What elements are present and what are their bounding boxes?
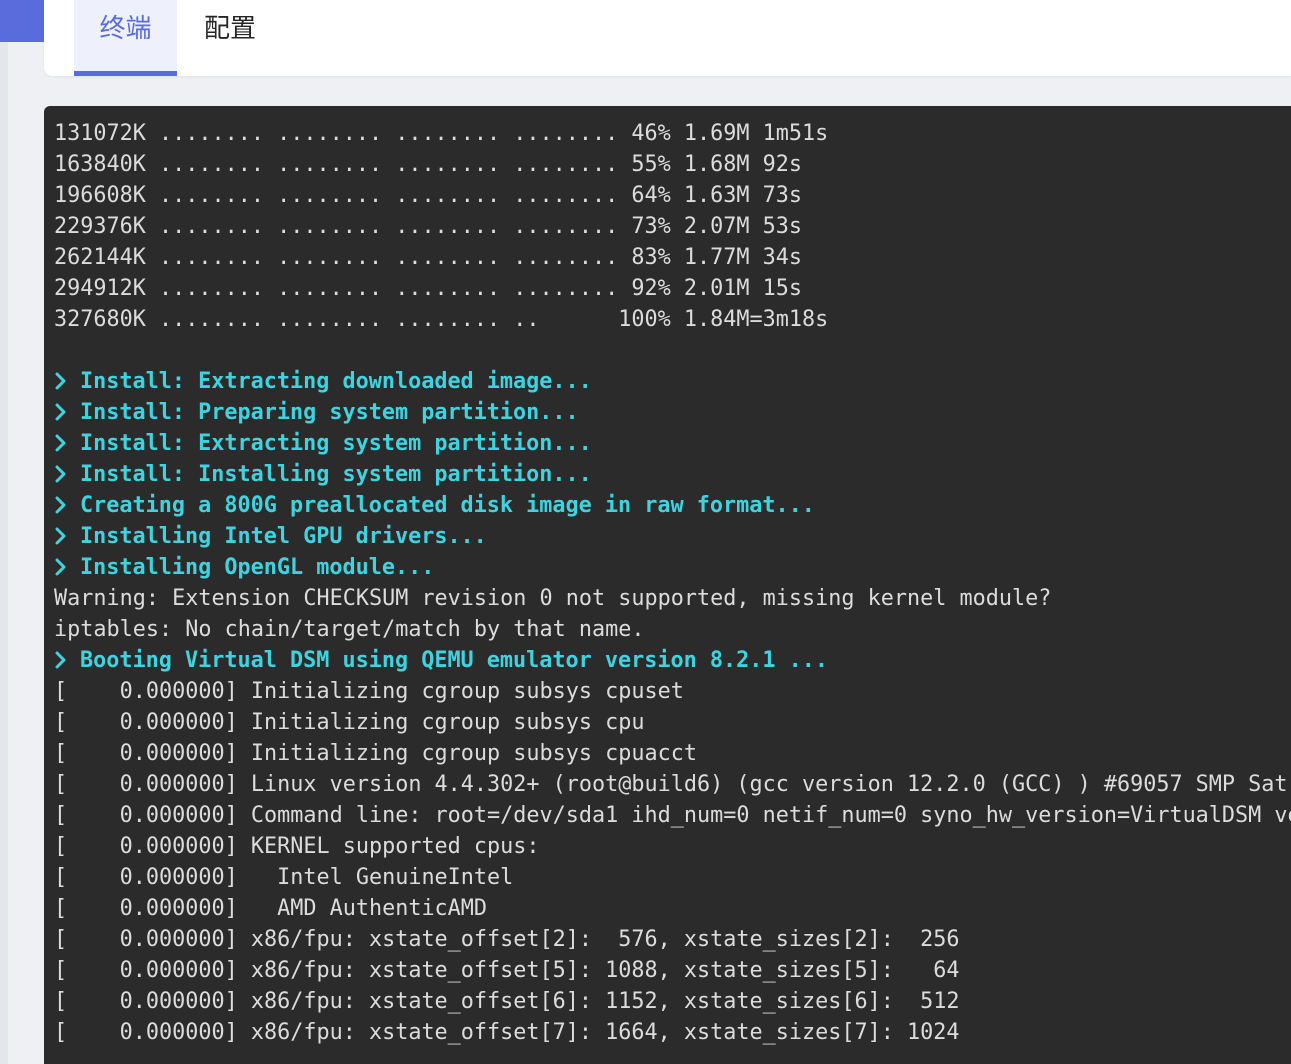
terminal-info-line: Install: Extracting system partition... <box>54 428 1291 459</box>
terminal-line: iptables: No chain/target/match by that … <box>54 614 1291 645</box>
terminal-line-text: [ 0.000000] x86/fpu: xstate_offset[7]: 1… <box>54 1020 960 1045</box>
terminal-line: 294912K ........ ........ ........ .....… <box>54 273 1291 304</box>
tab-terminal[interactable]: 终端 <box>74 0 177 76</box>
terminal-line-text: iptables: No chain/target/match by that … <box>54 617 645 642</box>
terminal-line-text: Install: Preparing system partition... <box>80 400 579 425</box>
terminal-line-text: [ 0.000000] x86/fpu: xstate_offset[2]: 5… <box>54 927 960 952</box>
terminal-line-text: [ 0.000000] Linux version 4.4.302+ (root… <box>54 772 1291 797</box>
terminal-line-text: Warning: Extension CHECKSUM revision 0 n… <box>54 586 1052 611</box>
terminal-line: 229376K ........ ........ ........ .....… <box>54 211 1291 242</box>
terminal-line: 163840K ........ ........ ........ .....… <box>54 149 1291 180</box>
terminal-info-line: Installing OpenGL module... <box>54 552 1291 583</box>
terminal-line-text: Booting Virtual DSM using QEMU emulator … <box>80 648 829 673</box>
terminal-line: 262144K ........ ........ ........ .....… <box>54 242 1291 273</box>
terminal-line-text: 327680K ........ ........ ........ .. 10… <box>54 307 829 332</box>
terminal-line: [ 0.000000] x86/fpu: xstate_offset[2]: 5… <box>54 924 1291 955</box>
chevron-right-icon <box>54 521 80 552</box>
terminal-line-text: [ 0.000000] Intel GenuineIntel <box>54 865 514 890</box>
terminal-line: [ 0.000000] Initializing cgroup subsys c… <box>54 707 1291 738</box>
terminal-info-line: Booting Virtual DSM using QEMU emulator … <box>54 645 1291 676</box>
terminal-line: [ 0.000000] AMD AuthenticAMD <box>54 893 1291 924</box>
terminal-output[interactable]: 131072K ........ ........ ........ .....… <box>44 106 1291 1064</box>
terminal-line-text: 229376K ........ ........ ........ .....… <box>54 214 803 239</box>
tab-terminal-label: 终端 <box>99 14 152 44</box>
terminal-line-text: [ 0.000000] Initializing cgroup subsys c… <box>54 741 698 766</box>
tab-config[interactable]: 配置 <box>191 0 269 76</box>
terminal-line-text: Creating a 800G preallocated disk image … <box>80 493 815 518</box>
terminal-line-text: 163840K ........ ........ ........ .....… <box>54 152 803 177</box>
chevron-right-icon <box>54 428 80 459</box>
chevron-right-icon <box>54 645 80 676</box>
terminal-line-text: [ 0.000000] x86/fpu: xstate_offset[5]: 1… <box>54 958 960 983</box>
terminal-line: 131072K ........ ........ ........ .....… <box>54 118 1291 149</box>
terminal-info-line: Install: Installing system partition... <box>54 459 1291 490</box>
terminal-line: [ 0.000000] x86/fpu: xstate_offset[7]: 1… <box>54 1017 1291 1048</box>
chevron-right-icon <box>54 459 80 490</box>
terminal-line-text: [ 0.000000] x86/fpu: xstate_offset[6]: 1… <box>54 989 960 1014</box>
terminal-line-text: 294912K ........ ........ ........ .....… <box>54 276 803 301</box>
terminal-line-text: Installing Intel GPU drivers... <box>80 524 487 549</box>
terminal-info-line: Install: Preparing system partition... <box>54 397 1291 428</box>
terminal-line: [ 0.000000] Initializing cgroup subsys c… <box>54 676 1291 707</box>
terminal-line-text: Install: Extracting downloaded image... <box>80 369 592 394</box>
terminal-line: Warning: Extension CHECKSUM revision 0 n… <box>54 583 1291 614</box>
terminal-line-text: Installing OpenGL module... <box>80 555 435 580</box>
terminal-line: 327680K ........ ........ ........ .. 10… <box>54 304 1291 335</box>
terminal-line-text: Install: Extracting system partition... <box>80 431 592 456</box>
sidebar-accent <box>0 0 44 42</box>
terminal-line: [ 0.000000] Linux version 4.4.302+ (root… <box>54 769 1291 800</box>
terminal-line-text: [ 0.000000] Initializing cgroup subsys c… <box>54 679 684 704</box>
chevron-right-icon <box>54 552 80 583</box>
terminal-line: [ 0.000000] Intel GenuineIntel <box>54 862 1291 893</box>
terminal-line: [ 0.000000] KERNEL supported cpus: <box>54 831 1291 862</box>
terminal-line: [ 0.000000] x86/fpu: xstate_offset[5]: 1… <box>54 955 1291 986</box>
chevron-right-icon <box>54 490 80 521</box>
terminal-line-text: [ 0.000000] Initializing cgroup subsys c… <box>54 710 645 735</box>
terminal-line-text: 196608K ........ ........ ........ .....… <box>54 183 803 208</box>
terminal-line-text: [ 0.000000] Command line: root=/dev/sda1… <box>54 803 1291 828</box>
terminal-line-text: 262144K ........ ........ ........ .....… <box>54 245 803 270</box>
tab-bar: 终端 配置 <box>44 0 1291 76</box>
sidebar-edge <box>0 42 8 1064</box>
terminal-line-text: [ 0.000000] AMD AuthenticAMD <box>54 896 488 921</box>
terminal-info-line: Installing Intel GPU drivers... <box>54 521 1291 552</box>
terminal-line: [ 0.000000] x86/fpu: xstate_offset[6]: 1… <box>54 986 1291 1017</box>
terminal-line-text: [ 0.000000] KERNEL supported cpus: <box>54 834 540 859</box>
terminal-info-line: Install: Extracting downloaded image... <box>54 366 1291 397</box>
terminal-line-text: 131072K ........ ........ ........ .....… <box>54 121 829 146</box>
tab-config-label: 配置 <box>203 14 256 44</box>
chevron-right-icon <box>54 366 80 397</box>
terminal-line: [ 0.000000] Initializing cgroup subsys c… <box>54 738 1291 769</box>
terminal-line: [ 0.000000] Command line: root=/dev/sda1… <box>54 800 1291 831</box>
terminal-info-line: Creating a 800G preallocated disk image … <box>54 490 1291 521</box>
terminal-line: 196608K ........ ........ ........ .....… <box>54 180 1291 211</box>
chevron-right-icon <box>54 397 80 428</box>
terminal-line-text: Install: Installing system partition... <box>80 462 592 487</box>
